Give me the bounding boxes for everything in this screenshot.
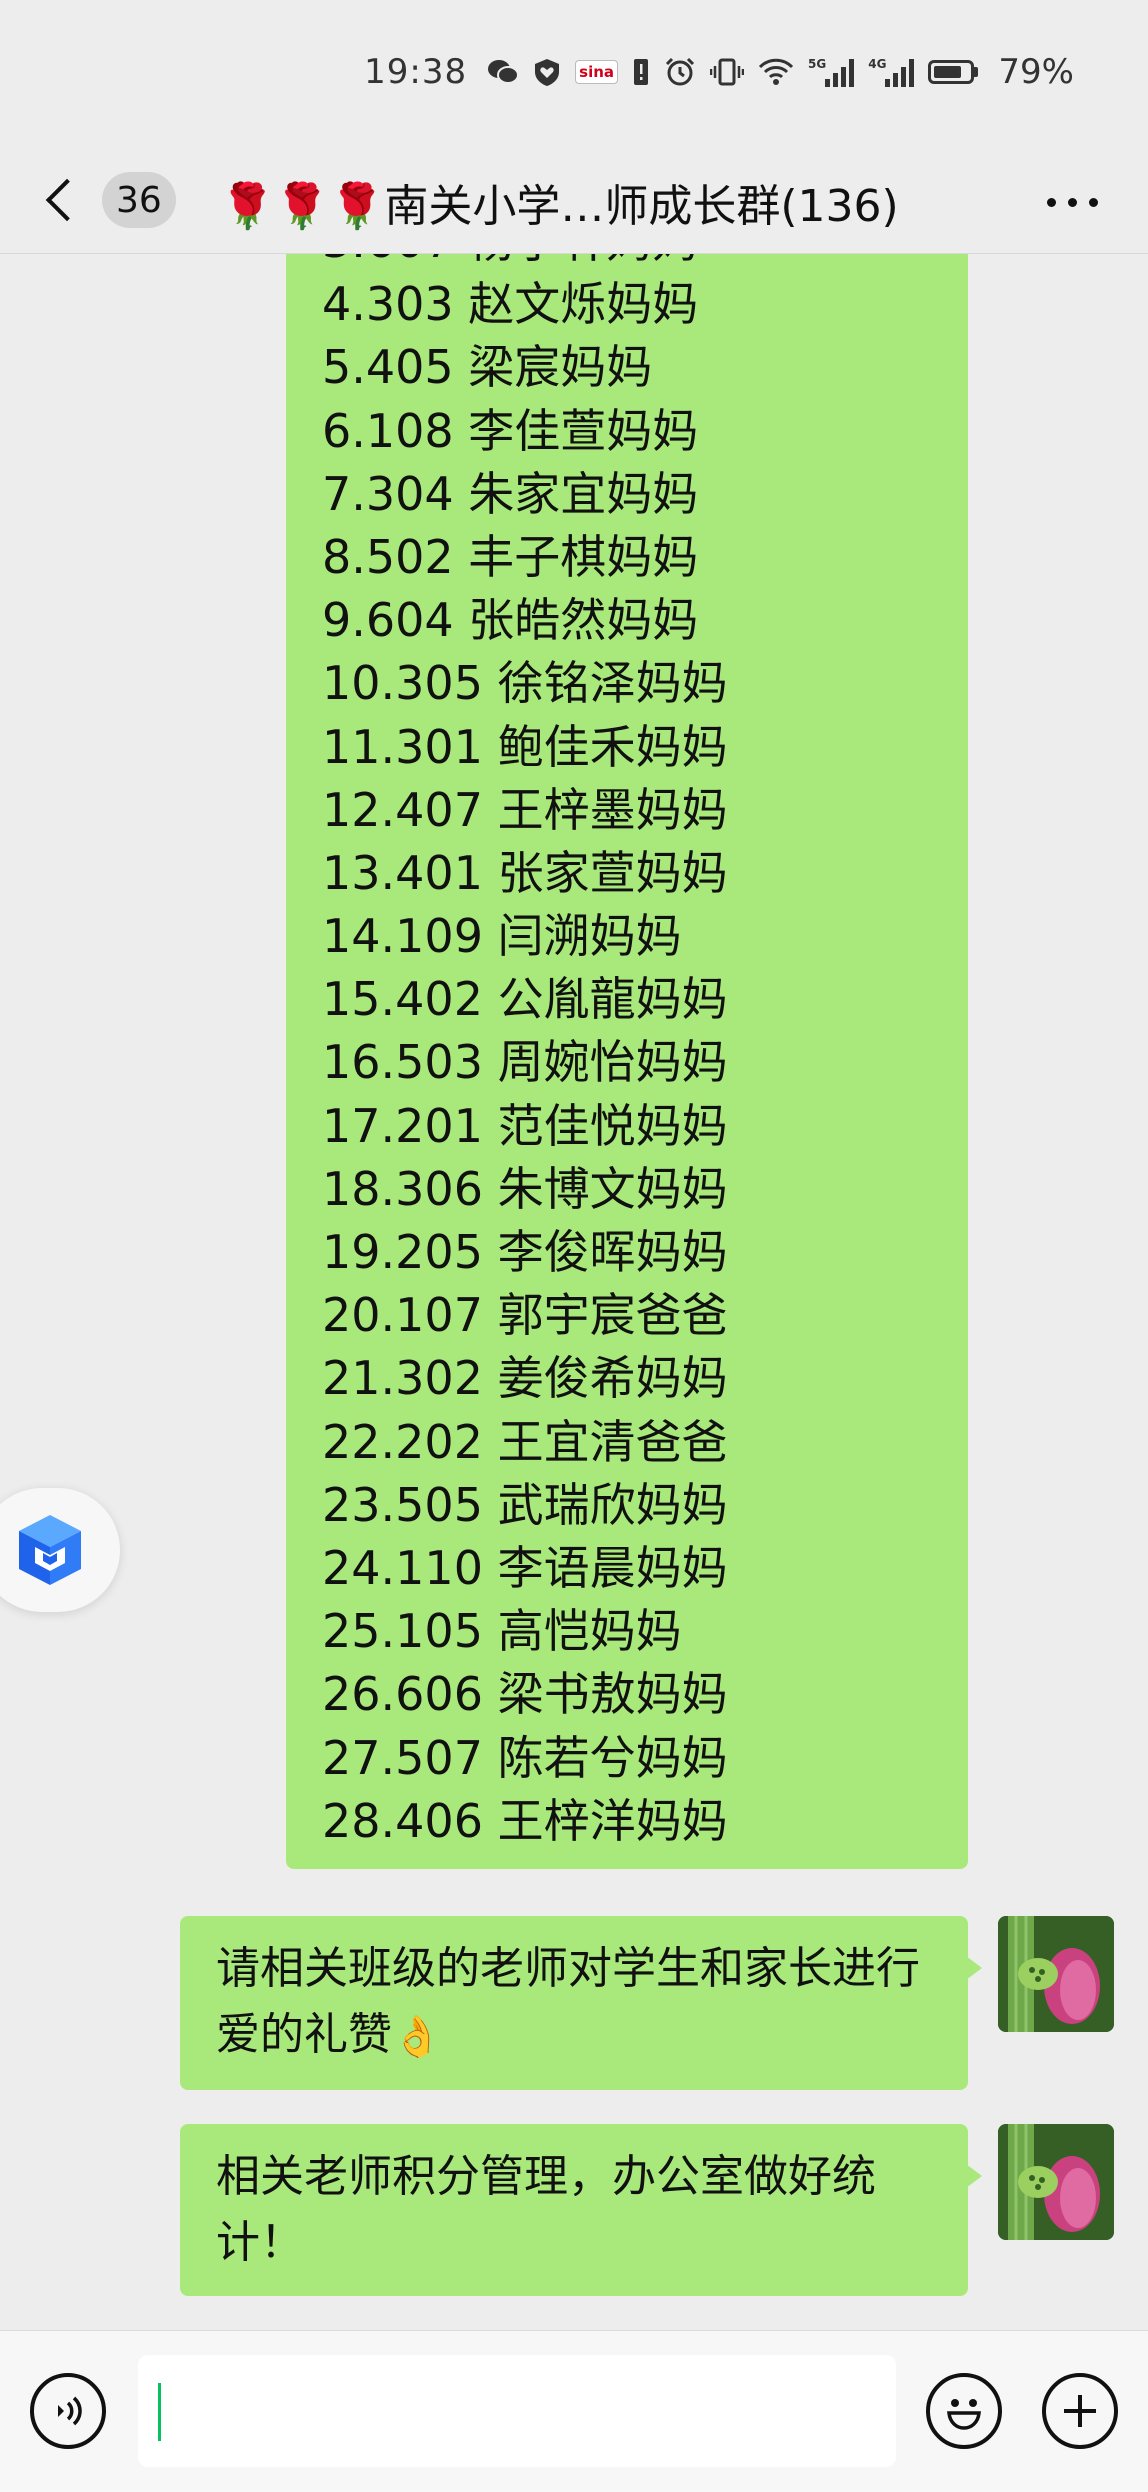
list-line: 9.604 张皓然妈妈 [322, 593, 699, 648]
list-line: 8.502 丰子棋妈妈 [322, 529, 699, 584]
alarm-icon [664, 55, 696, 89]
wechat-icon [487, 55, 520, 89]
add-more-button[interactable] [1042, 2373, 1118, 2449]
sina-icon: sina [575, 60, 619, 84]
back-button[interactable]: 36 [44, 172, 176, 228]
emoji-button[interactable] [926, 2373, 1002, 2449]
heart-shield-icon [533, 55, 561, 89]
list-line: 26.606 梁书敖妈妈 [322, 1667, 728, 1722]
status-bar: 19:38 sina 5G 4G 79% [0, 0, 1148, 150]
list-line: 3.607 杨子轩妈妈 [322, 254, 968, 273]
list-line: 21.302 姜俊希妈妈 [322, 1351, 728, 1406]
list-line: 12.407 王梓墨妈妈 [322, 782, 728, 837]
plus-icon [1064, 2395, 1096, 2427]
chat-message-area[interactable]: 3.607 杨子轩妈妈 4.303 赵文烁妈妈 5.405 梁宸妈妈 6.108 李佳… [0, 254, 1148, 2330]
dot-icon [1047, 198, 1056, 207]
signal-4g-icon: 4G [868, 57, 915, 87]
more-options-button[interactable] [1047, 198, 1098, 207]
battery-icon [928, 60, 979, 84]
list-line: 22.202 王宜清爸爸 [322, 1414, 728, 1469]
message-text: 请相关班级的老师对学生和家长进行爱的礼赞 [216, 1943, 920, 2060]
input-bar [0, 2330, 1148, 2492]
list-line: 20.107 郭宇宸爸爸 [322, 1288, 728, 1343]
list-line: 14.109 闫溯妈妈 [322, 909, 682, 964]
list-line: 24.110 李语晨妈妈 [322, 1540, 728, 1595]
list-line: 5.405 梁宸妈妈 [322, 340, 653, 395]
list-line: 16.503 周婉怡妈妈 [322, 1035, 728, 1090]
vibrate-icon [710, 55, 745, 89]
floating-app-widget[interactable] [0, 1488, 120, 1612]
list-line: 6.108 李佳萱妈妈 [322, 403, 699, 458]
battery-level [934, 66, 962, 78]
list-line: 23.505 武瑞欣妈妈 [322, 1477, 728, 1532]
list-line: 11.301 鲍佳禾妈妈 [322, 719, 728, 774]
dot-icon [1089, 198, 1098, 207]
unread-count-badge: 36 [102, 172, 176, 228]
status-time: 19:38 [364, 52, 468, 92]
battery-percent: 79% [998, 52, 1074, 92]
sender-avatar[interactable] [998, 1916, 1114, 2032]
list-line: 17.201 范佳悦妈妈 [322, 1098, 728, 1153]
list-line: 19.205 李俊晖妈妈 [322, 1225, 728, 1279]
list-line: 25.105 高恺妈妈 [322, 1604, 682, 1659]
smiley-icon [947, 2399, 981, 2430]
chat-header: 36 🌹🌹🌹南关小学…师成长群(136) [0, 150, 1148, 254]
wifi-icon [758, 55, 794, 89]
voice-icon [58, 2396, 82, 2426]
sim-alert-icon [632, 55, 650, 89]
text-cursor [158, 2383, 161, 2441]
message-bubble[interactable]: 请相关班级的老师对学生和家长进行爱的礼赞👌 [180, 1916, 982, 2090]
ok-hand-emoji: 👌 [392, 2014, 442, 2060]
cube-app-icon [19, 1515, 81, 1585]
list-line: 10.305 徐铭泽妈妈 [322, 656, 728, 711]
list-line: 4.303 赵文烁妈妈 [322, 277, 699, 332]
sender-avatar[interactable] [998, 2124, 1114, 2240]
message-bubble[interactable]: 相关老师积分管理，办公室做好统计！ [180, 2124, 982, 2296]
dot-icon [1068, 198, 1077, 207]
voice-input-button[interactable] [30, 2373, 106, 2449]
signal-5g-icon: 5G [808, 57, 855, 87]
list-line: 28.406 王梓洋妈妈 [322, 1793, 728, 1848]
list-line: 18.306 朱博文妈妈 [322, 1161, 728, 1216]
list-line: 13.401 张家萱妈妈 [322, 845, 728, 900]
status-icons: 19:38 sina 5G 4G 79% [364, 52, 1074, 92]
list-line: 15.402 公胤龍妈妈 [322, 972, 728, 1027]
message-input[interactable] [138, 2355, 896, 2467]
chat-title: 🌹🌹🌹南关小学…师成长群(136) [220, 181, 899, 232]
list-line: 27.507 陈若兮妈妈 [322, 1730, 728, 1785]
message-text: 相关老师积分管理，办公室做好统计！ [216, 2151, 876, 2268]
chevron-left-icon [45, 178, 89, 222]
message-bubble-list[interactable]: 3.607 杨子轩妈妈 4.303 赵文烁妈妈 5.405 梁宸妈妈 6.108 李佳… [286, 254, 968, 1869]
list-line: 7.304 朱家宜妈妈 [322, 466, 699, 521]
